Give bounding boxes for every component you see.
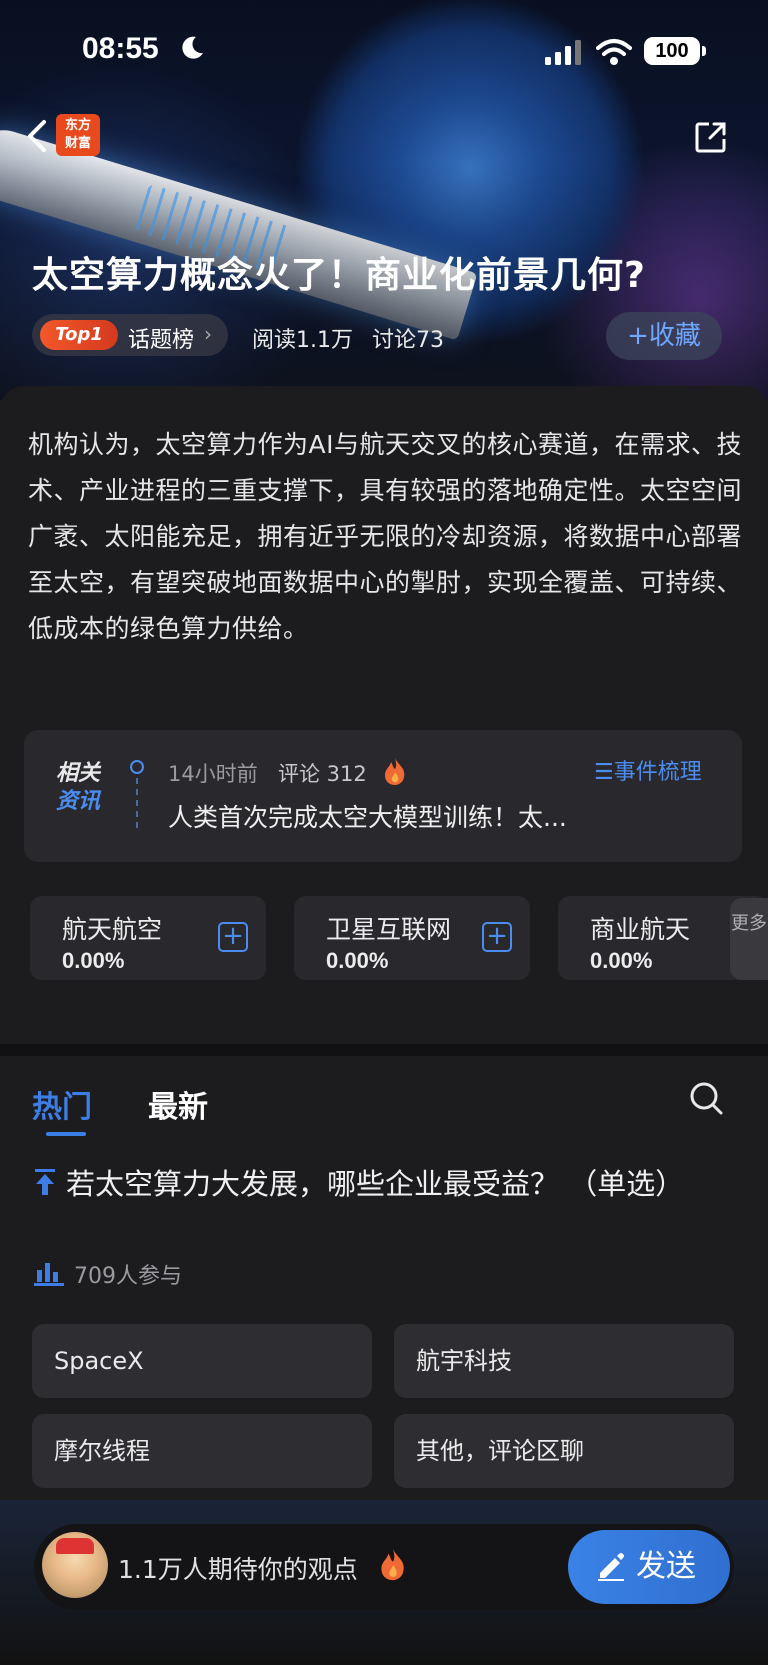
back-chevron-icon[interactable] [22, 116, 52, 156]
timeline-dot-icon [130, 760, 144, 774]
sector-name: 航天航空 [62, 915, 163, 944]
battery-indicator: 100 [644, 37, 706, 65]
related-news-badge: 相关 资讯 [56, 761, 101, 814]
eastmoney-logo: 东方 财富 [56, 114, 100, 156]
related-news-card[interactable]: 相关 资讯 14小时前 评论 312 ☰事件梳理 人类首次完成太空大模型训练！太… [24, 730, 742, 862]
hot-flame-icon [381, 1549, 404, 1581]
send-button[interactable]: 发送 [568, 1530, 730, 1604]
chevron-right-icon: › [204, 322, 212, 346]
top1-badge: Top1 [40, 320, 118, 350]
sector-change: 0.00% [326, 948, 389, 973]
sector-change: 0.00% [590, 948, 653, 973]
poll-option[interactable]: 航宇科技 [394, 1324, 734, 1398]
collect-button[interactable]: +收藏 [606, 312, 722, 360]
status-time: 08:55 [82, 32, 159, 65]
ranking-label: 话题榜 [128, 328, 195, 353]
sector-card-satellite-internet[interactable]: 卫星互联网 0.00% + [294, 896, 530, 980]
news-time: 14小时前 [168, 762, 258, 786]
poll-option[interactable]: 摩尔线程 [32, 1414, 372, 1488]
sector-name: 卫星互联网 [326, 915, 452, 944]
add-watchlist-icon[interactable]: + [482, 922, 512, 952]
more-sectors-button[interactable]: 更多 [730, 898, 768, 980]
pinned-top-icon [35, 1169, 55, 1195]
hot-flame-icon [385, 758, 405, 785]
sector-card-aerospace[interactable]: 航天航空 0.00% + [30, 896, 266, 980]
tab-hot[interactable]: 热门 [32, 1082, 92, 1126]
sector-change: 0.00% [62, 948, 125, 973]
discussion-count: 讨论73 [372, 328, 444, 353]
poll-option[interactable]: SpaceX [32, 1324, 372, 1398]
tab-latest[interactable]: 最新 [148, 1082, 208, 1126]
topic-title: 太空算力概念火了！商业化前景几何? [32, 255, 646, 296]
add-watchlist-icon[interactable]: + [218, 922, 248, 952]
poll-option[interactable]: 其他，评论区聊 [394, 1414, 734, 1488]
event-timeline-link[interactable]: ☰事件梳理 [594, 754, 702, 786]
do-not-disturb-moon-icon [182, 36, 203, 59]
pen-icon [598, 1553, 624, 1581]
share-icon[interactable] [694, 120, 728, 154]
topic-meta-row: Top1 话题榜 › 阅读1.1万 讨论73 +收藏 [32, 312, 742, 360]
active-tab-indicator [46, 1132, 86, 1136]
status-bar: 08:55 100 [0, 30, 768, 76]
read-count: 阅读1.1万 [252, 328, 353, 353]
wifi-icon [596, 39, 632, 65]
comment-prompt[interactable]: 1.1万人期待你的观点 [118, 1550, 358, 1586]
news-comment-count: 评论 312 [278, 762, 367, 786]
poll-participants: 709人参与 [74, 1264, 182, 1289]
section-divider [0, 1044, 768, 1056]
search-icon[interactable] [688, 1080, 724, 1116]
avatar[interactable] [42, 1532, 108, 1598]
news-headline[interactable]: 人类首次完成太空大模型训练！太... [168, 798, 708, 834]
sector-name: 商业航天 [590, 915, 691, 944]
poll-question: 若太空算力大发展，哪些企业最受益？ （单选） [66, 1167, 685, 1201]
poll-bar-chart-icon [34, 1263, 64, 1286]
topic-summary: 机构认为，太空算力作为AI与航天交叉的核心赛道，在需求、技术、产业进程的三重支撑… [28, 430, 743, 643]
cellular-signal-icon [545, 40, 581, 65]
topic-ranking-link[interactable]: Top1 话题榜 › [32, 314, 228, 356]
timeline-line [136, 778, 138, 828]
